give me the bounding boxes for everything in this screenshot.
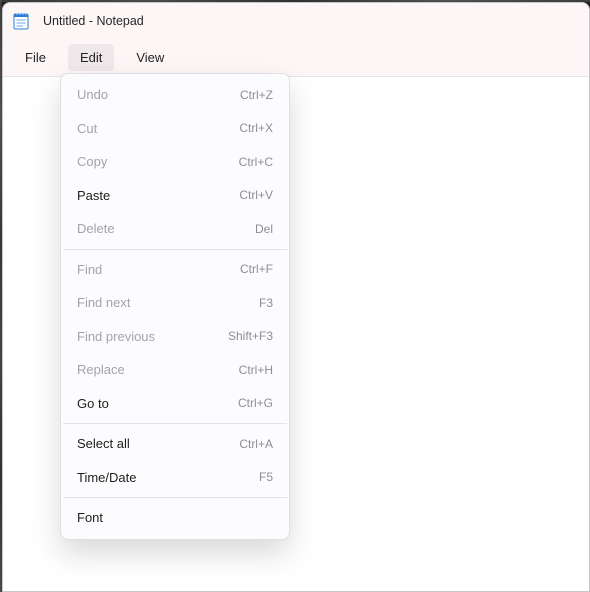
edit-menu-font[interactable]: Font [61,501,289,535]
titlebar[interactable]: Untitled - Notepad [3,3,589,39]
menu-item-shortcut: F3 [259,296,273,310]
menu-item-label: Time/Date [77,470,136,485]
menu-item-shortcut: Del [255,222,273,236]
menu-item-shortcut: Ctrl+X [239,121,273,135]
menu-separator [63,249,287,250]
menu-item-label: Find next [77,295,130,310]
edit-menu-find: Find Ctrl+F [61,253,289,287]
menu-item-label: Go to [77,396,109,411]
edit-menu-copy: Copy Ctrl+C [61,145,289,179]
menu-edit[interactable]: Edit [68,44,114,71]
menu-item-label: Replace [77,362,125,377]
menu-item-label: Select all [77,436,130,451]
menu-item-label: Copy [77,154,107,169]
menu-separator [63,423,287,424]
edit-menu-time-date[interactable]: Time/Date F5 [61,461,289,495]
menu-file[interactable]: File [13,44,58,71]
edit-dropdown: Undo Ctrl+Z Cut Ctrl+X Copy Ctrl+C Paste Ctrl+V… [60,73,290,540]
notepad-window: Untitled - Notepad File Edit View Undo Ct… [2,2,590,592]
menu-item-shortcut: Ctrl+Z [240,88,273,102]
menu-item-label: Find previous [77,329,155,344]
menu-separator [63,497,287,498]
window-title: Untitled - Notepad [43,14,144,28]
edit-menu-cut: Cut Ctrl+X [61,112,289,146]
edit-menu-find-previous: Find previous Shift+F3 [61,320,289,354]
menu-item-label: Find [77,262,102,277]
edit-menu-delete: Delete Del [61,212,289,246]
menu-item-shortcut: Ctrl+F [240,262,273,276]
menu-item-label: Font [77,510,103,525]
edit-menu-undo: Undo Ctrl+Z [61,78,289,112]
edit-menu-select-all[interactable]: Select all Ctrl+A [61,427,289,461]
edit-menu-find-next: Find next F3 [61,286,289,320]
menu-item-label: Undo [77,87,108,102]
menu-item-label: Delete [77,221,115,236]
menu-item-shortcut: Shift+F3 [228,329,273,343]
menu-item-shortcut: Ctrl+G [238,396,273,410]
menu-item-shortcut: Ctrl+V [239,188,273,202]
notepad-icon [13,12,29,30]
menu-item-label: Paste [77,188,110,203]
menubar: File Edit View [3,39,589,77]
edit-menu-go-to[interactable]: Go to Ctrl+G [61,387,289,421]
menu-item-shortcut: Ctrl+C [239,155,273,169]
edit-menu-replace: Replace Ctrl+H [61,353,289,387]
menu-item-shortcut: Ctrl+A [239,437,273,451]
menu-item-label: Cut [77,121,97,136]
menu-item-shortcut: Ctrl+H [239,363,273,377]
edit-menu-paste[interactable]: Paste Ctrl+V [61,179,289,213]
menu-view[interactable]: View [124,44,176,71]
menu-item-shortcut: F5 [259,470,273,484]
